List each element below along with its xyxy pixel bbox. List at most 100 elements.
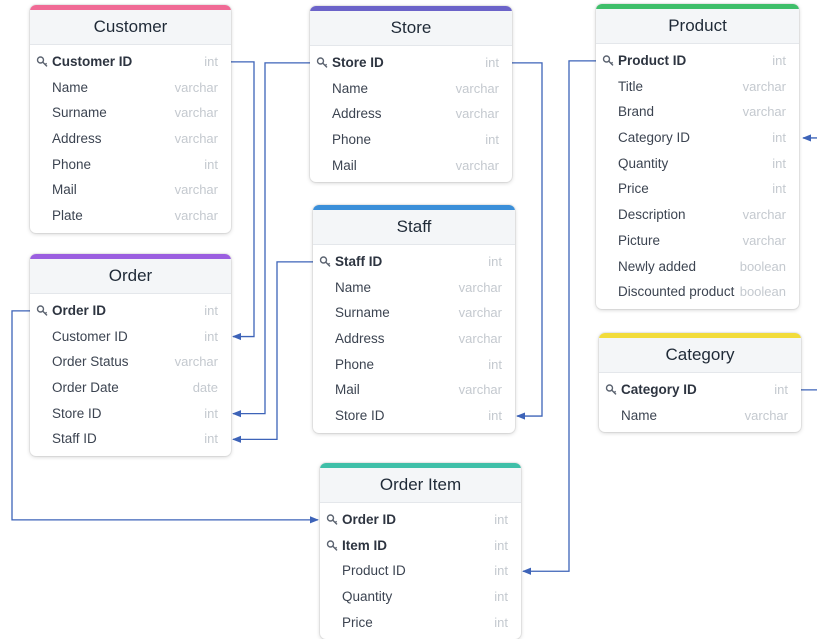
field-row[interactable]: Description varchar — [596, 202, 799, 228]
field-name: Product ID — [342, 563, 406, 579]
field-row[interactable]: Phone int — [30, 152, 231, 178]
table-product[interactable]: Product Product ID int Title varchar Brand var… — [596, 4, 799, 309]
field-row[interactable]: Product ID int — [320, 558, 521, 584]
field-type: varchar — [458, 305, 502, 321]
field-type: varchar — [458, 279, 502, 295]
field-name: Category ID — [618, 130, 691, 146]
field-row[interactable]: Brand varchar — [596, 99, 799, 125]
field-name: Mail — [332, 157, 357, 173]
field-name: Order Status — [52, 354, 129, 370]
field-row[interactable]: Newly added boolean — [596, 254, 799, 280]
field-row[interactable]: Picture varchar — [596, 228, 799, 254]
field-type: int — [204, 405, 218, 421]
field-row[interactable]: Mail varchar — [30, 177, 231, 203]
field-row[interactable]: Mail varchar — [313, 377, 515, 403]
field-name: Picture — [618, 232, 661, 248]
field-row[interactable]: Quantity int — [320, 584, 521, 610]
field-row[interactable]: Customer ID int — [30, 49, 231, 75]
field-type: int — [204, 54, 218, 69]
field-row[interactable]: Order Status varchar — [30, 349, 231, 375]
field-name: Title — [618, 78, 644, 94]
field-row[interactable]: Product ID int — [596, 48, 799, 74]
table-orderitem[interactable]: Order Item Order ID int Item ID int Product I… — [320, 463, 521, 639]
table-fields: Product ID int Title varchar Brand varchar Cat… — [596, 44, 799, 309]
table-fields: Order ID int Item ID int Product ID int Quanti… — [320, 503, 521, 639]
field-row[interactable]: Plate varchar — [30, 203, 231, 229]
table-store[interactable]: Store Store ID int Name varchar Address varcha… — [310, 6, 512, 183]
field-row[interactable]: Surname varchar — [30, 100, 231, 126]
field-type: varchar — [174, 79, 218, 95]
field-row[interactable]: Staff ID int — [30, 426, 231, 452]
field-row[interactable]: Phone int — [313, 352, 515, 378]
field-name: Name — [52, 79, 89, 95]
field-row[interactable]: Address varchar — [313, 326, 515, 352]
field-type: int — [772, 53, 786, 68]
field-name: Phone — [52, 156, 92, 172]
field-row[interactable]: Price int — [320, 610, 521, 636]
field-type: varchar — [455, 80, 499, 96]
field-row[interactable]: Address varchar — [310, 101, 512, 127]
field-row[interactable]: Phone int — [310, 127, 512, 153]
field-type: int — [494, 563, 508, 579]
field-row[interactable]: Store ID int — [313, 403, 515, 429]
field-name: Surname — [52, 105, 107, 121]
table-title: Product — [596, 9, 799, 44]
field-type: int — [494, 589, 508, 605]
field-type: varchar — [742, 207, 786, 223]
field-name: Price — [342, 614, 373, 630]
field-row[interactable]: Name varchar — [599, 403, 801, 429]
field-type: int — [494, 512, 508, 527]
relationship-staff-to-order — [232, 261, 313, 443]
field-row[interactable]: Category ID int — [596, 125, 799, 151]
field-name: Quantity — [342, 589, 393, 605]
field-row[interactable]: Discounted product boolean — [596, 279, 799, 305]
field-type: int — [772, 155, 786, 171]
relationship-product-to-orderitem — [522, 60, 596, 575]
table-title: Order — [30, 259, 231, 294]
field-type: varchar — [458, 331, 502, 347]
table-fields: Customer ID int Name varchar Surname varchar A… — [30, 45, 231, 233]
field-type: varchar — [174, 131, 218, 147]
field-row[interactable]: Name varchar — [310, 76, 512, 102]
field-type: int — [485, 55, 499, 70]
field-name: Discounted product — [618, 284, 735, 300]
field-type: varchar — [742, 232, 786, 248]
field-row[interactable]: Title varchar — [596, 74, 799, 100]
table-category[interactable]: Category Category ID int Name varchar — [599, 333, 801, 433]
field-name: Address — [335, 331, 385, 347]
field-row[interactable]: Store ID int — [30, 401, 231, 427]
field-row[interactable]: Order ID int — [320, 507, 521, 533]
field-type: int — [204, 156, 218, 172]
field-row[interactable]: Item ID int — [320, 533, 521, 559]
field-row[interactable]: Order Date date — [30, 375, 231, 401]
table-customer[interactable]: Customer Customer ID int Name varchar Surname… — [30, 5, 231, 233]
field-type: varchar — [744, 407, 788, 423]
field-row[interactable]: Mail varchar — [310, 153, 512, 179]
table-staff[interactable]: Staff Staff ID int Name varchar Surname varcha… — [313, 205, 515, 433]
field-type: date — [192, 380, 218, 396]
field-row[interactable]: Staff ID int — [313, 249, 515, 275]
field-row[interactable]: Category ID int — [599, 377, 801, 403]
field-name: Order Date — [52, 380, 119, 396]
field-name: Staff ID — [52, 431, 97, 447]
field-row[interactable]: Name varchar — [30, 75, 231, 101]
table-order[interactable]: Order Order ID int Customer ID int Order Stat… — [30, 254, 231, 457]
field-row[interactable]: Name varchar — [313, 275, 515, 301]
table-fields: Order ID int Customer ID int Order Status var… — [30, 294, 231, 456]
field-row[interactable]: Order ID int — [30, 298, 231, 324]
field-row[interactable]: Quantity int — [596, 151, 799, 177]
field-type: varchar — [174, 105, 218, 121]
field-name: Phone — [332, 132, 372, 148]
field-name: Order ID — [52, 303, 107, 318]
field-name: Staff ID — [335, 254, 383, 269]
table-title: Order Item — [320, 468, 521, 503]
field-type: int — [488, 254, 502, 269]
field-type: int — [485, 132, 499, 148]
field-row[interactable]: Customer ID int — [30, 324, 231, 350]
field-row[interactable]: Address varchar — [30, 126, 231, 152]
field-name: Store ID — [52, 405, 102, 421]
field-row[interactable]: Store ID int — [310, 50, 512, 76]
field-row[interactable]: Surname varchar — [313, 300, 515, 326]
field-type: int — [204, 431, 218, 447]
field-row[interactable]: Price int — [596, 176, 799, 202]
